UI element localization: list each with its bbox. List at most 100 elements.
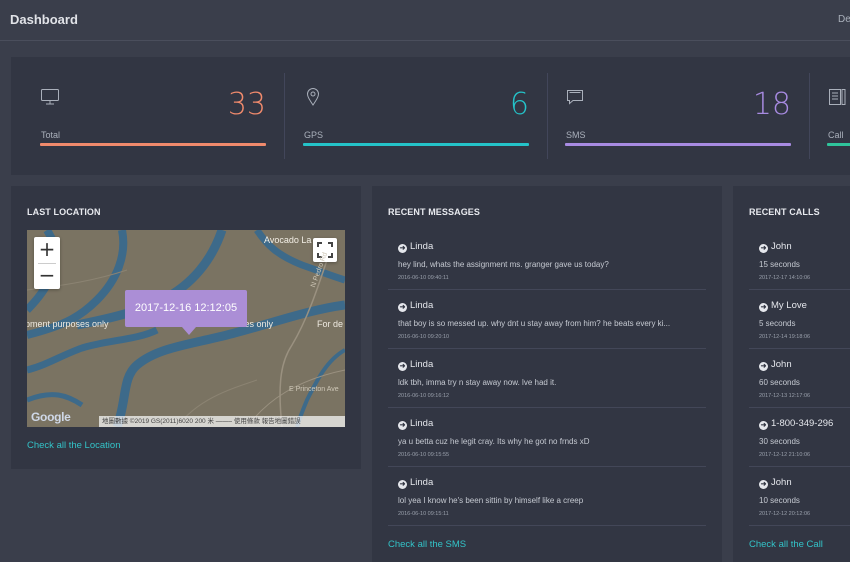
check-location-link[interactable]: Check all the Location (27, 440, 120, 451)
call-contact: ➜ John (759, 241, 792, 253)
call-contact: ➜ John (759, 359, 792, 371)
page-title: Dashboard (10, 12, 78, 27)
arrow-right-icon: ➜ (398, 362, 407, 371)
message-sender-name: Linda (410, 477, 434, 488)
message-sender-name: Linda (410, 300, 434, 311)
check-call-link[interactable]: Check all the Call (749, 539, 823, 550)
map-place-label: Avocado La (264, 235, 312, 245)
stat-gps-label: GPS (304, 130, 324, 140)
stat-divider (547, 73, 548, 159)
arrow-right-icon: ➜ (759, 244, 768, 253)
tooltip-pointer (182, 327, 196, 335)
google-logo: Google (31, 410, 71, 424)
stat-gps-bar (303, 143, 529, 146)
message-sender-name: Linda (410, 241, 434, 252)
call-time: 2017-12-12 21:10:06 (759, 452, 811, 458)
message-item[interactable]: ➜ Linda lol yea I know he's been sittin b… (388, 467, 706, 526)
stat-sms: 18 SMS (565, 73, 791, 159)
location-pin-icon (306, 88, 320, 106)
check-sms-link[interactable]: Check all the SMS (388, 539, 466, 550)
message-time: 2016-06-10 09:20:10 (398, 334, 450, 340)
message-time: 2016-06-10 09:16:12 (398, 393, 450, 399)
arrow-right-icon: ➜ (759, 362, 768, 371)
call-time: 2017-12-13 12:17:06 (759, 393, 811, 399)
message-text: lol yea I know he's been sittin by himse… (398, 496, 584, 505)
arrow-right-icon: ➜ (759, 480, 768, 489)
zoom-out-button[interactable]: − (34, 263, 60, 289)
arrow-right-icon: ➜ (398, 421, 407, 430)
panel-title: RECENT CALLS (749, 207, 820, 217)
call-duration: 10 seconds (759, 496, 800, 505)
call-duration: 5 seconds (759, 319, 796, 328)
stat-call: Call (827, 73, 850, 159)
stat-divider (809, 73, 810, 159)
message-icon (567, 90, 583, 105)
message-text: that boy is so messed up. why dnt u stay… (398, 319, 671, 328)
arrow-right-icon: ➜ (398, 244, 407, 253)
message-item[interactable]: ➜ Linda ya u betta cuz he legit cray. Its… (388, 408, 706, 467)
panel-title: RECENT MESSAGES (388, 207, 481, 217)
message-text: ya u betta cuz he legit cray. Its why he… (398, 437, 590, 446)
call-item[interactable]: ➜ My Love 5 seconds 2017-12-14 19:18:06 (749, 290, 850, 349)
arrow-right-icon: ➜ (759, 303, 768, 312)
message-sender: ➜ Linda (398, 300, 433, 312)
call-item[interactable]: ➜ John 10 seconds 2017-12-12 20:12:06 (749, 467, 850, 526)
call-contact: ➜ 1-800-349-296 (759, 418, 833, 430)
location-tooltip: 2017-12-16 12:12:05 (125, 290, 247, 327)
message-time: 2016-06-10 09:40:11 (398, 275, 449, 281)
call-time: 2017-12-12 20:12:06 (759, 511, 811, 517)
map-attribution[interactable]: 地圖數據 ©2019 GS(2011)6020 200 米 ⎯⎯⎯⎯⎯ 使用條款… (99, 416, 345, 427)
map[interactable]: + − Avocado La pment purposes only oses … (27, 230, 345, 427)
panel-title: LAST LOCATION (27, 207, 101, 217)
message-item[interactable]: ➜ Linda that boy is so messed up. why dnt… (388, 290, 706, 349)
call-item[interactable]: ➜ John 60 seconds 2017-12-13 12:17:06 (749, 349, 850, 408)
monitor-icon (41, 89, 59, 105)
message-sender: ➜ Linda (398, 359, 433, 371)
call-contact: ➜ My Love (759, 300, 807, 312)
stat-sms-value: 18 (752, 87, 791, 122)
map-road-label: E Princeton Ave (289, 386, 339, 393)
stat-call-bar (827, 143, 850, 146)
map-watermark: For de (317, 319, 344, 329)
stat-total: 33 Total (40, 73, 266, 159)
user-menu[interactable]: De (838, 14, 850, 25)
call-duration: 30 seconds (759, 437, 800, 446)
call-duration: 15 seconds (759, 260, 800, 269)
stat-sms-bar (565, 143, 791, 146)
call-item[interactable]: ➜ John 15 seconds 2017-12-17 14:10:06 (749, 231, 850, 290)
stat-total-value: 33 (227, 87, 266, 122)
map-watermark: pment purposes only (27, 319, 109, 329)
message-sender: ➜ Linda (398, 241, 433, 253)
message-sender-name: Linda (410, 359, 434, 370)
call-contact-name: My Love (771, 300, 807, 311)
message-item[interactable]: ➜ Linda hey lind, whats the assignment ms… (388, 231, 706, 290)
top-bar: Dashboard De (0, 0, 850, 41)
message-time: 2016-06-10 09:15:11 (398, 511, 449, 517)
message-sender: ➜ Linda (398, 418, 433, 430)
stat-sms-label: SMS (566, 130, 586, 140)
zoom-control: + − (34, 237, 60, 289)
call-item[interactable]: ➜ 1-800-349-296 30 seconds 2017-12-12 21:… (749, 408, 850, 467)
stats-panel: 33 Total 6 GPS 18 SMS Call (11, 57, 850, 175)
call-contact-name: 1-800-349-296 (771, 418, 834, 429)
call-contact: ➜ John (759, 477, 792, 489)
last-location-panel: LAST LOCATION + − Avocado La pment purpo… (11, 186, 361, 469)
call-time: 2017-12-17 14:10:06 (759, 275, 811, 281)
call-contact-name: John (771, 359, 792, 370)
recent-calls-panel: RECENT CALLS ➜ John 15 seconds 2017-12-17… (733, 186, 850, 562)
stat-total-label: Total (41, 130, 61, 140)
call-list: ➜ John 15 seconds 2017-12-17 14:10:06 ➜ My… (749, 231, 850, 531)
stat-total-bar (40, 143, 266, 146)
call-contact-name: John (771, 241, 792, 252)
call-log-icon (829, 89, 846, 105)
stat-gps-value: 6 (509, 87, 529, 122)
call-time: 2017-12-14 19:18:06 (759, 334, 811, 340)
stat-call-label: Call (828, 130, 844, 140)
zoom-in-button[interactable]: + (34, 237, 60, 263)
message-sender-name: Linda (410, 418, 434, 429)
message-list: ➜ Linda hey lind, whats the assignment ms… (388, 231, 706, 531)
message-item[interactable]: ➜ Linda ldk tbh, imma try n stay away now… (388, 349, 706, 408)
message-text: hey lind, whats the assignment ms. grang… (398, 260, 609, 269)
call-duration: 60 seconds (759, 378, 800, 387)
call-contact-name: John (771, 477, 792, 488)
